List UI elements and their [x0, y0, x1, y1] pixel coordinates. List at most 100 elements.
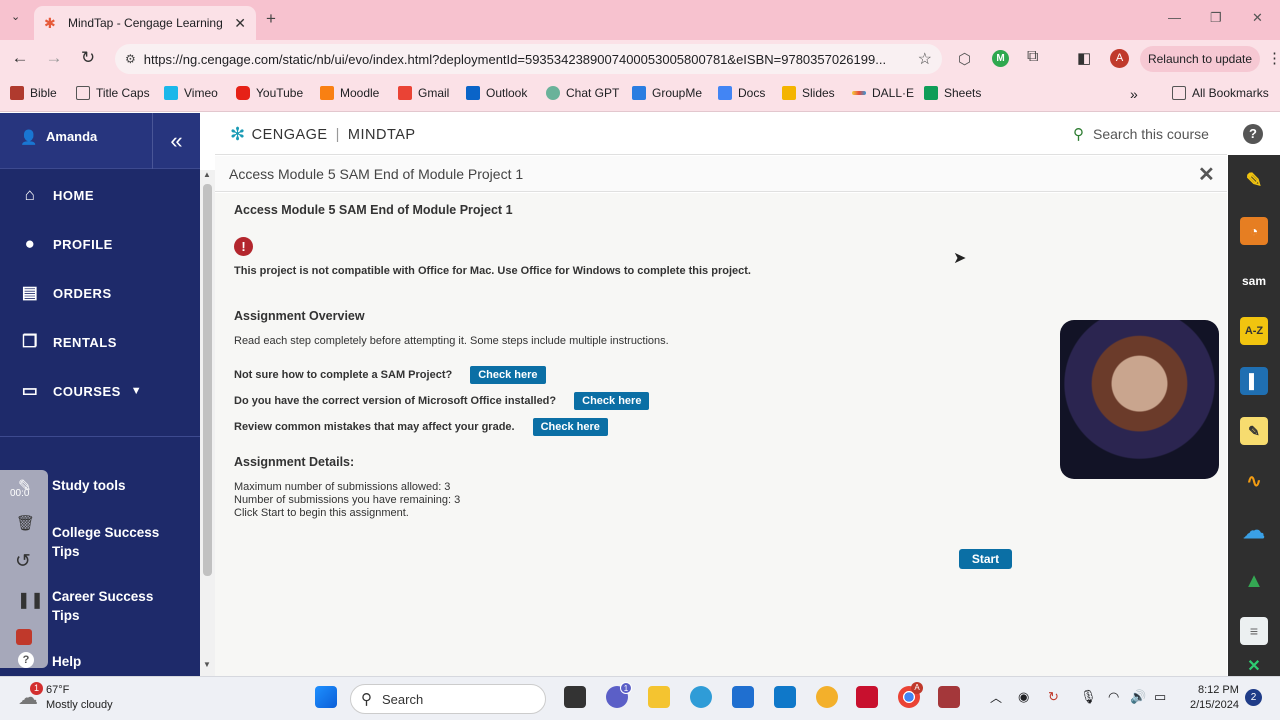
tab-search-icon[interactable]: ⌄ — [11, 10, 20, 23]
bookmark-outlook[interactable]: Outlook — [466, 86, 527, 100]
nav-rentals[interactable]: ❐ RENTALS — [20, 332, 117, 352]
bookmark-slides[interactable]: Slides — [782, 86, 835, 100]
browser-tab[interactable]: ✱ MindTap - Cengage Learning ✕ — [34, 6, 256, 40]
app-dock: ✎ ◔ sam A-Z ▌ ✎ ∿ ☁ ▲ ≡ ✕ — [1228, 155, 1280, 676]
nav-home[interactable]: ⌂ HOME — [20, 185, 94, 205]
edge-icon[interactable] — [690, 686, 712, 708]
browser-menu-icon[interactable]: ⋮ — [1267, 49, 1280, 67]
recorder-help-icon[interactable]: ? — [18, 652, 34, 668]
rss-icon[interactable]: ◔ — [1240, 217, 1268, 245]
notes-icon[interactable]: ✎ — [1240, 417, 1268, 445]
weather-widget[interactable]: 67°F Mostly cloudy — [46, 683, 113, 713]
window-close-icon[interactable]: ✕ — [1252, 10, 1263, 26]
new-tab-icon[interactable]: + — [266, 9, 276, 29]
sidebar-scrollbar[interactable]: ▲ ▼ — [200, 170, 215, 676]
document-icon[interactable]: ≡ — [1240, 617, 1268, 645]
scrollbar-thumb[interactable] — [203, 184, 212, 576]
tray-app-icon[interactable]: ◉ — [1018, 689, 1029, 705]
ebook-icon[interactable]: ▌ — [1240, 367, 1268, 395]
wifi-icon[interactable]: ◠ — [1108, 689, 1119, 705]
file-explorer-icon[interactable] — [648, 686, 670, 708]
minimize-icon[interactable]: — — [1168, 10, 1181, 25]
pencil-icon[interactable]: ✎ — [1240, 167, 1268, 195]
hp-app-icon[interactable] — [774, 686, 796, 708]
bookmark-bible[interactable]: Bible — [10, 86, 57, 100]
google-drive-icon[interactable]: ▲ — [1240, 567, 1268, 595]
site-info-icon[interactable]: ⚙ — [125, 52, 136, 66]
nav-study-tools[interactable]: Study tools — [52, 476, 126, 495]
sam-icon[interactable]: sam — [1240, 267, 1268, 295]
notification-badge[interactable]: 2 — [1245, 689, 1262, 706]
bookmark-title-caps[interactable]: Title Caps — [76, 86, 150, 100]
restore-icon[interactable]: ❐ — [1210, 10, 1222, 26]
activity-title: Access Module 5 SAM End of Module Projec… — [229, 166, 524, 182]
help-icon[interactable]: ? — [1243, 124, 1263, 144]
back-icon[interactable]: ← — [9, 48, 31, 68]
undo-icon[interactable]: ↺ — [15, 550, 31, 573]
tray-sync-icon[interactable]: ↻ — [1048, 689, 1059, 705]
reload-icon[interactable]: ↻ — [77, 48, 99, 68]
mcafee-icon[interactable] — [856, 686, 878, 708]
access-icon[interactable] — [938, 686, 960, 708]
weather-app-icon[interactable] — [816, 686, 838, 708]
logo-divider: | — [335, 126, 340, 143]
all-bookmarks[interactable]: All Bookmarks — [1172, 86, 1269, 100]
address-bar[interactable]: ⚙ https://ng.cengage.com/static/nb/ui/ev… — [115, 44, 942, 74]
bookmark-dalle[interactable]: DALL·E — [852, 86, 914, 100]
nav-courses[interactable]: ▭ COURSES ▼ — [20, 381, 142, 401]
onedrive-icon[interactable]: ☁ — [1240, 517, 1268, 545]
mouse-cursor-icon: ➤ — [953, 250, 967, 267]
tray-overflow-icon[interactable]: ︿ — [990, 689, 1002, 706]
nav-help[interactable]: Help — [52, 652, 81, 671]
user-icon: 👤 — [20, 129, 38, 145]
microphone-icon[interactable]: 🎙 — [1080, 689, 1097, 705]
volume-icon[interactable]: 🔊 — [1130, 689, 1146, 705]
forward-icon[interactable]: → — [43, 48, 65, 68]
bookmark-sheets[interactable]: Sheets — [924, 86, 981, 100]
taskbar-search[interactable]: ⚲ Search — [350, 684, 546, 714]
pause-icon[interactable]: ❚❚ — [17, 590, 44, 610]
scroll-up-icon[interactable]: ▲ — [203, 170, 211, 179]
course-search[interactable]: ⚲ Search this course — [1073, 125, 1209, 143]
start-button[interactable]: Start — [959, 549, 1012, 569]
bookmark-chat-gpt[interactable]: Chat GPT — [546, 86, 619, 100]
bookmark-moodle[interactable]: Moodle — [320, 86, 379, 100]
profile-avatar[interactable]: A — [1110, 49, 1129, 68]
side-panel-icon[interactable]: ◧ — [1077, 49, 1091, 67]
bookmark-docs[interactable]: Docs — [718, 86, 765, 100]
relaunch-button[interactable]: Relaunch to update — [1140, 46, 1260, 72]
task-view-icon[interactable] — [564, 686, 586, 708]
store-icon[interactable] — [732, 686, 754, 708]
bookmark-gmail[interactable]: Gmail — [398, 86, 449, 100]
bookmark-star-icon[interactable]: ☆ — [918, 49, 932, 69]
trash-icon[interactable]: 🗑 — [16, 514, 35, 532]
bookmarks-overflow-icon[interactable]: » — [1130, 86, 1138, 102]
nav-profile[interactable]: ● PROFILE — [20, 234, 113, 254]
nav-orders[interactable]: ▤ ORDERS — [20, 283, 112, 303]
teams-badge: 1 — [620, 682, 632, 694]
readspeaker-icon[interactable]: ∿ — [1240, 467, 1268, 495]
extension-icon-1[interactable]: ⬡ — [958, 50, 971, 68]
collapse-sidebar-button[interactable]: « — [152, 113, 200, 169]
scroll-down-icon[interactable]: ▼ — [203, 660, 211, 669]
tab-close-icon[interactable]: ✕ — [234, 15, 246, 32]
windows-taskbar: ☁ 1 67°F Mostly cloudy ⚲ Search 1 A ︿ ◉ ↻… — [0, 676, 1280, 720]
nav-college-success-tips[interactable]: College Success Tips — [52, 523, 172, 561]
check-here-button-1[interactable]: Check here — [470, 366, 546, 384]
nav-career-success-tips[interactable]: Career Success Tips — [52, 587, 172, 625]
glossary-icon[interactable]: A-Z — [1240, 317, 1268, 345]
bookmark-vimeo[interactable]: Vimeo — [164, 86, 218, 100]
weather-badge: 1 — [30, 682, 43, 695]
extension-icon-2[interactable]: M — [992, 50, 1009, 67]
cengage-logo[interactable]: ✻ CENGAGE | MINDTAP — [230, 124, 416, 145]
start-windows-icon[interactable] — [315, 686, 337, 708]
taskbar-clock[interactable]: 8:12 PM 2/15/2024 — [1190, 683, 1239, 713]
stop-icon[interactable] — [16, 629, 32, 645]
bookmark-youtube[interactable]: YouTube — [236, 86, 303, 100]
bookmark-groupme[interactable]: GroupMe — [632, 86, 702, 100]
extensions-puzzle-icon[interactable]: ⧉ — [1027, 48, 1038, 66]
battery-icon[interactable]: ▭ — [1154, 689, 1166, 705]
check-here-button-2[interactable]: Check here — [574, 392, 650, 410]
close-activity-icon[interactable]: ✕ — [1198, 162, 1215, 187]
check-here-button-3[interactable]: Check here — [532, 418, 608, 436]
